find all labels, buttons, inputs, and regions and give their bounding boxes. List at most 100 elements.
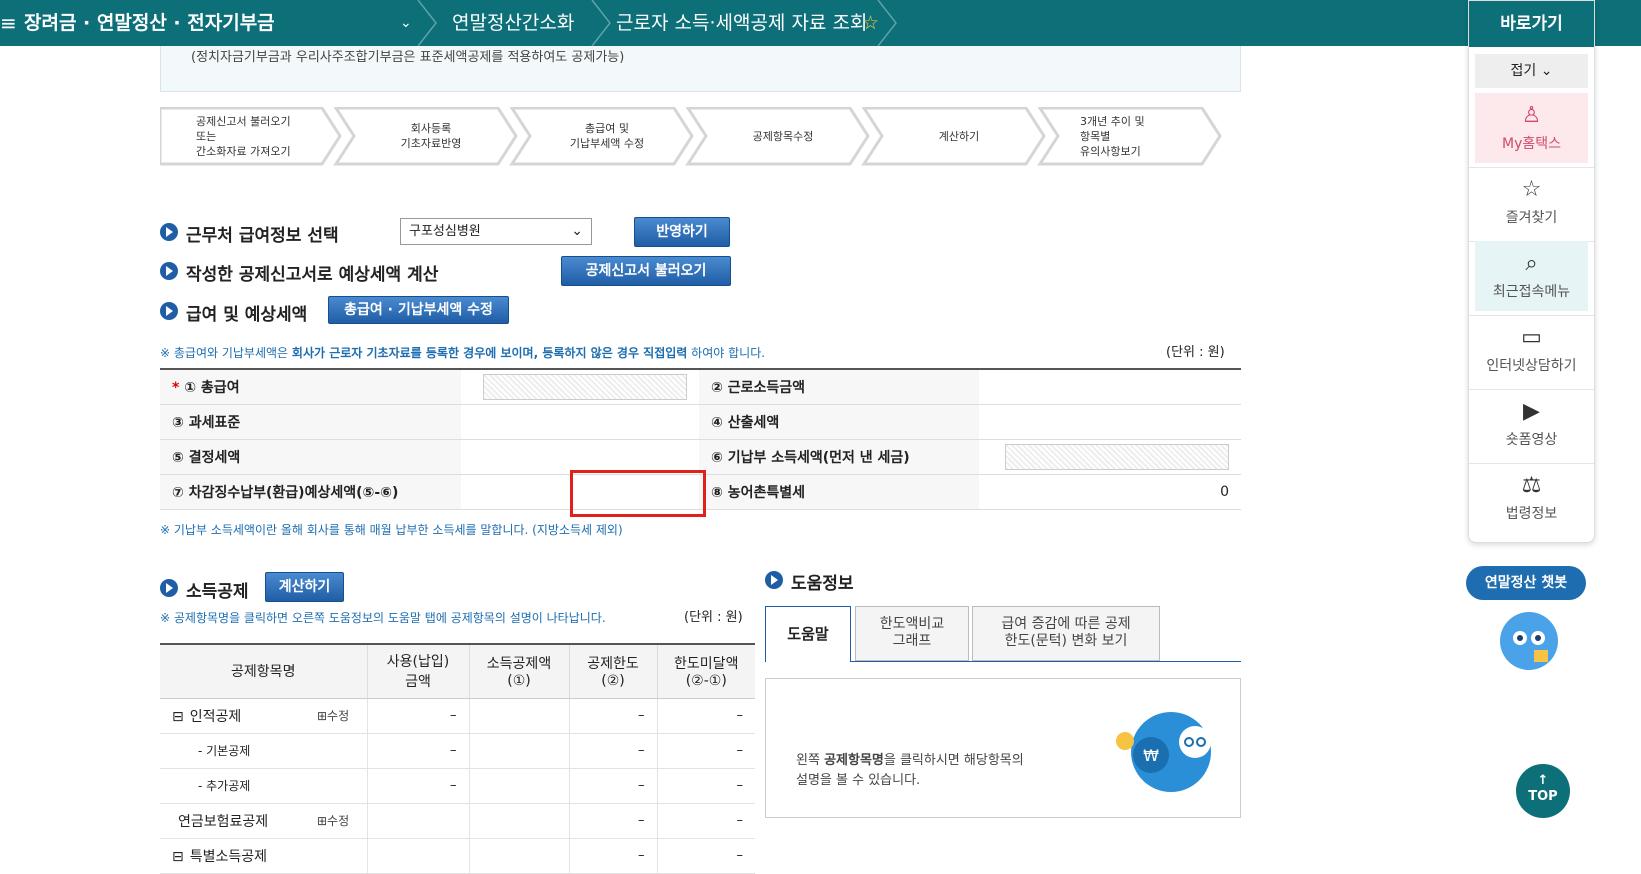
edit-link[interactable]: ⊞수정 — [317, 698, 367, 734]
chevron-down-icon: ⌄ — [571, 223, 583, 239]
quick-item-label: 최근접속메뉴 — [1492, 284, 1571, 300]
quick-item-label: 법령정보 — [1505, 506, 1558, 522]
step-label: 총급여 및기납부세액 수정 — [552, 121, 662, 151]
step-label: 공제신고서 불러오기 또는 간소화자료 가져오기 — [196, 114, 291, 159]
tab-limit-graph[interactable]: 한도액비교 그래프 — [855, 606, 969, 661]
deduction-note: ※ 공제항목명을 클릭하면 오른쪽 도움정보의 도움말 탭에 공제항목의 설명이… — [160, 611, 606, 625]
quick-item-label: 즐겨찾기 — [1505, 210, 1558, 226]
label-rural-tax: ⑧ 농어촌특별세 — [699, 474, 979, 510]
step-label-line: 공제항목수정 — [752, 129, 814, 143]
deduction-item-name[interactable]: ⊟ 인적공제 — [160, 698, 317, 734]
quick-item[interactable]: ▶ 숏폼영상 — [1475, 389, 1588, 459]
edit-link[interactable] — [317, 768, 367, 804]
bullet-icon — [160, 579, 178, 597]
edit-salary-button[interactable]: 총급여 · 기납부세액 수정 — [328, 296, 509, 324]
label-earned-income: ② 근로소득금액 — [699, 369, 979, 405]
quick-menu-title: 바로가기 — [1469, 1, 1594, 47]
calculate-button[interactable]: 계산하기 — [265, 572, 344, 602]
quick-item-label: 숏폼영상 — [1505, 432, 1558, 448]
quick-item[interactable]: ⌕ 최근접속메뉴 — [1475, 241, 1588, 311]
notice-box: (정치자금기부금과 우리사주조합기부금은 표준세액공제를 적용하여도 공제가능) — [160, 46, 1241, 92]
edit-link[interactable] — [317, 733, 367, 769]
label-tax-base: ③ 과세표준 — [160, 404, 461, 440]
workplace-select[interactable]: 구포성심병원 ⌄ — [400, 218, 592, 245]
breadcrumb-sub[interactable]: 연말정산간소화 — [452, 0, 574, 46]
step-label-line: 또는 — [196, 129, 217, 143]
help-panel: 왼쪽 공제항목명을 클릭하시면 해당항목의 설명을 볼 수 있습니다. ₩ — [765, 678, 1241, 818]
step-label-line: 간소화자료 가져오기 — [196, 144, 291, 158]
shortfall-amount: – — [656, 733, 755, 769]
deduction-item-name[interactable]: ⊟ 특별소득공제 — [160, 838, 317, 874]
determined-tax-value — [461, 439, 699, 475]
header-item-name: 공제항목명 — [160, 644, 367, 699]
limit-amount: – — [568, 803, 657, 839]
deducted-amount — [468, 838, 569, 874]
step-label: 회사등록 기초자료반영 — [376, 121, 486, 151]
quick-item[interactable]: ▭ 인터넷상담하기 — [1475, 315, 1588, 385]
step-label-line: 총급여 및 — [585, 122, 629, 135]
expand-toggle-icon[interactable]: ⊟ — [172, 709, 184, 725]
quick-item[interactable]: ☆ 즐겨찾기 — [1475, 167, 1588, 237]
edit-link[interactable] — [317, 838, 367, 874]
bullet-icon — [160, 262, 178, 280]
deduction-item-label: - 기본공제 — [198, 744, 251, 758]
used-amount: – — [366, 733, 469, 769]
tab-threshold-change[interactable]: 급여 증감에 따른 공제 한도(문턱) 변화 보기 — [972, 606, 1160, 661]
quick-item[interactable]: ♙ My홈택스 — [1475, 93, 1588, 163]
top-button[interactable]: ↑ TOP — [1516, 764, 1570, 818]
section-title-salary: 급여 및 예상세액 — [186, 305, 308, 325]
deduction-unit: (단위 : 원) — [684, 610, 743, 625]
step-label-line: 기납부세액 수정 — [569, 137, 645, 150]
used-amount — [366, 838, 469, 874]
label-determined-tax: ⑤ 결정세액 — [160, 439, 461, 475]
step-label-line: 계산하기 — [938, 129, 980, 143]
edit-link[interactable]: ⊞수정 — [317, 803, 367, 839]
gavel-icon: ⚖ — [1521, 473, 1542, 498]
section-title-workplace: 근무처 급여정보 선택 — [186, 226, 339, 246]
shortfall-amount: – — [656, 803, 755, 839]
arrow-up-icon: ↑ — [1537, 773, 1549, 788]
chevron-down-icon[interactable]: ⌄ — [400, 0, 412, 46]
table-row: ⑤ 결정세액 ⑥ 기납부 소득세액(먼저 낸 세금) — [160, 439, 1241, 475]
step-label: 계산하기 — [904, 129, 1014, 144]
table-row: 연금보험료공제 ⊞수정 – – — [160, 803, 755, 839]
deduction-item-name[interactable]: - 추가공제 — [160, 768, 317, 804]
monitor-chat-icon: ▭ — [1521, 325, 1542, 350]
label-calculated-tax: ④ 산출세액 — [699, 404, 979, 440]
deducted-amount — [468, 698, 569, 734]
collapse-button[interactable]: 접기 ⌄ — [1475, 54, 1588, 88]
limit-amount: – — [568, 768, 657, 804]
deduction-item-label: 특별소득공제 — [189, 848, 268, 865]
help-text: 왼쪽 공제항목명을 클릭하시면 해당항목의 설명을 볼 수 있습니다. — [796, 753, 1024, 788]
breadcrumb-section[interactable]: 장려금 · 연말정산 · 전자기부금 — [24, 0, 275, 46]
rural-tax-value: 0 — [979, 474, 1241, 510]
tab-help[interactable]: 도움말 — [765, 606, 851, 662]
star-outline-icon: ☆ — [1521, 177, 1542, 202]
load-deduction-form-button[interactable]: 공제신고서 불러오기 — [561, 256, 731, 286]
breadcrumb-page: 근로자 소득·세액공제 자료 조회 — [616, 12, 868, 34]
svg-text:₩: ₩ — [1143, 746, 1159, 765]
deduction-item-name[interactable]: - 기본공제 — [160, 733, 317, 769]
step-label-line: 유의사항보기 — [1080, 144, 1141, 158]
expand-toggle-icon[interactable]: ⊟ — [172, 849, 184, 865]
quick-item[interactable]: ⚖ 법령정보 — [1475, 463, 1588, 533]
hamburger-icon[interactable]: ≡ — [0, 0, 17, 46]
table-row: ③ 과세표준 ④ 산출세액 — [160, 404, 1241, 440]
prepaid-tax-field[interactable] — [979, 439, 1241, 475]
table-row: - 추가공제 – – – — [160, 768, 755, 804]
limit-amount: – — [568, 838, 657, 874]
deduction-table: 공제항목명 사용(납입) 금액 소득공제액 (①) 공제한도 (②) 한도미달액… — [160, 643, 755, 874]
chatbot-mascot-icon[interactable] — [1496, 608, 1562, 674]
deduction-item-name[interactable]: 연금보험료공제 — [160, 803, 317, 839]
recent-search-icon: ⌕ — [1525, 251, 1538, 276]
unit-label: (단위 : 원) — [1166, 345, 1225, 360]
chatbot-button[interactable]: 연말정산 챗봇 — [1466, 566, 1586, 600]
table-row: ⊟ 특별소득공제 – – — [160, 838, 755, 874]
apply-button[interactable]: 반영하기 — [634, 217, 730, 247]
breadcrumb-separator — [591, 0, 611, 46]
header-deducted: 소득공제액 (①) — [468, 644, 569, 699]
deducted-amount — [468, 803, 569, 839]
section-title-calc: 작성한 공제신고서로 예상세액 계산 — [186, 265, 439, 285]
help-illustration-icon: ₩ — [1116, 712, 1211, 792]
total-salary-field[interactable] — [461, 369, 699, 405]
